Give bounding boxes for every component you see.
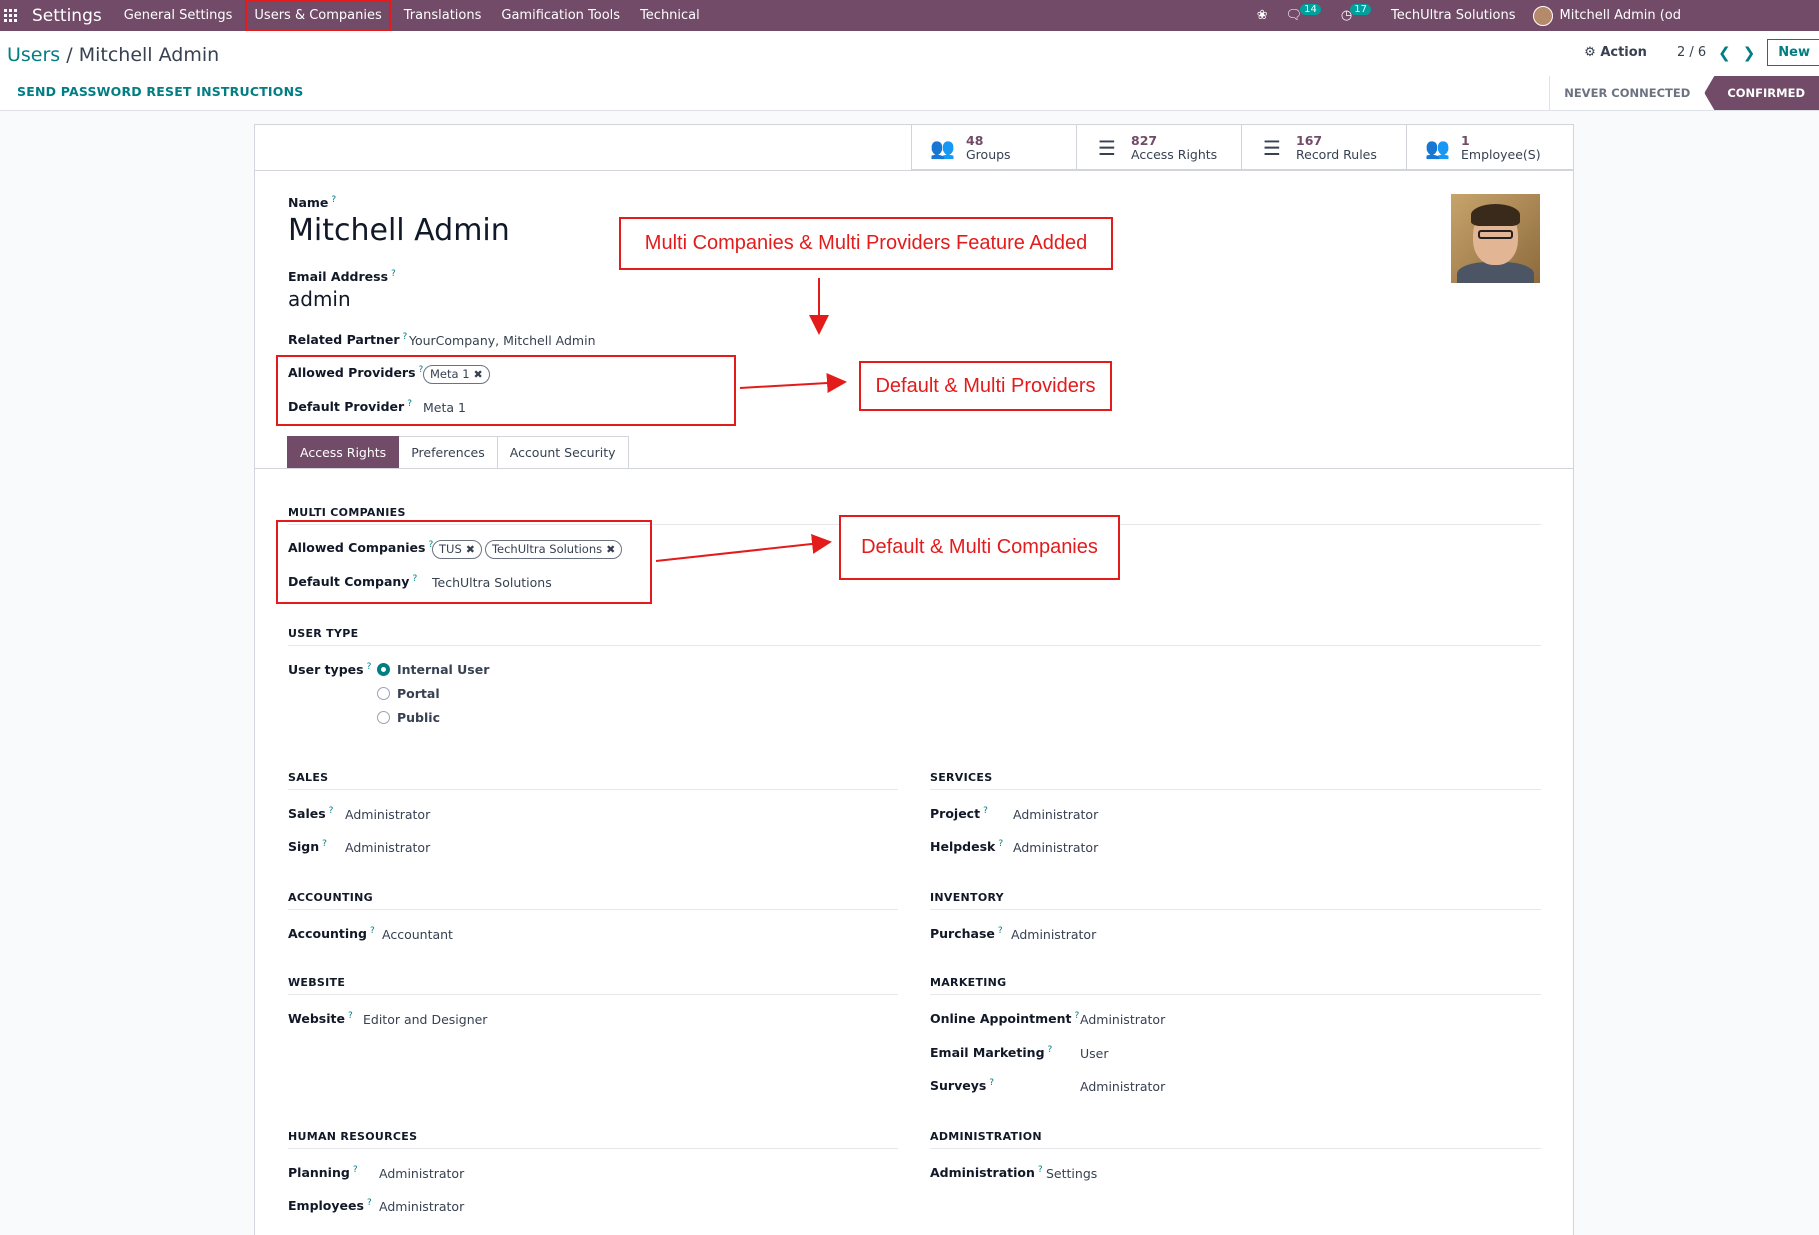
- annotation-arrows: [655, 278, 847, 562]
